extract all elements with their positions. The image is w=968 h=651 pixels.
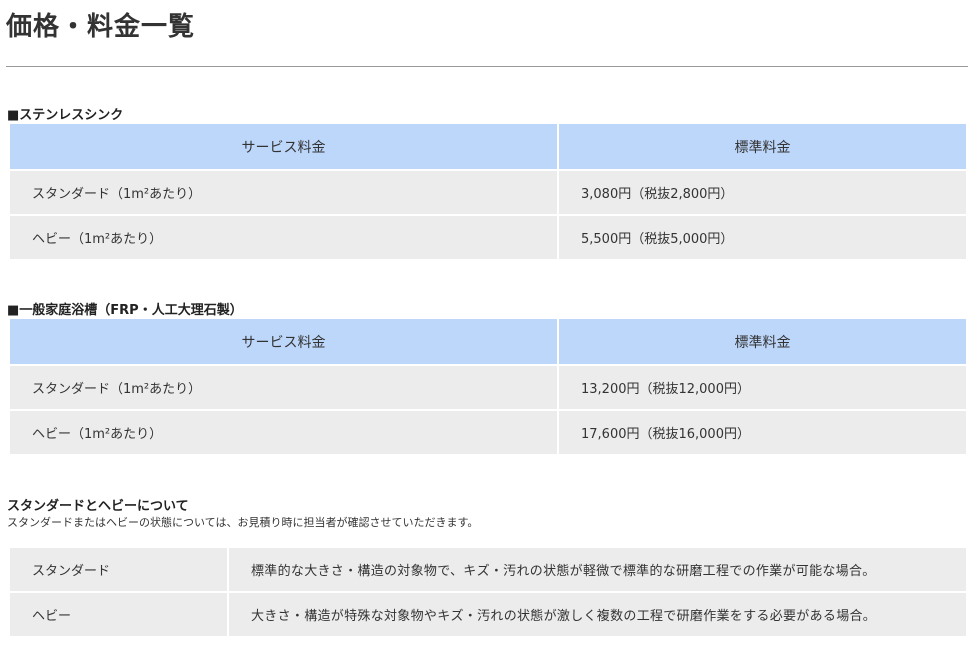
description-cell: 大きさ・構造が特殊な対象物やキズ・汚れの状態が激しく複数の工程で研磨作業をする必… xyxy=(229,593,966,636)
price-cell: 17,600円（税抜16,000円） xyxy=(559,411,966,454)
section-heading-stainless-sink: ■ステンレスシンク xyxy=(7,108,124,123)
header-standard-fee: 標準料金 xyxy=(559,319,966,364)
price-table-bathtub: サービス料金 標準料金 スタンダード（1m²あたり） 13,200円（税抜12,… xyxy=(8,317,968,456)
service-cell: スタンダード（1m²あたり） xyxy=(10,171,557,214)
title-divider xyxy=(6,66,968,67)
table-row: ヘビー（1m²あたり） 5,500円（税抜5,000円） xyxy=(10,216,966,259)
definition-table: スタンダード 標準的な大きさ・構造の対象物で、キズ・汚れの状態が軽微で標準的な研… xyxy=(8,546,968,638)
term-cell: スタンダード xyxy=(10,548,227,591)
table-row: ヘビー 大きさ・構造が特殊な対象物やキズ・汚れの状態が激しく複数の工程で研磨作業… xyxy=(10,593,966,636)
table-row: スタンダード 標準的な大きさ・構造の対象物で、キズ・汚れの状態が軽微で標準的な研… xyxy=(10,548,966,591)
table-header-row: サービス料金 標準料金 xyxy=(10,319,966,364)
table-row: スタンダード（1m²あたり） 3,080円（税抜2,800円） xyxy=(10,171,966,214)
service-cell: スタンダード（1m²あたり） xyxy=(10,366,557,409)
description-cell: 標準的な大きさ・構造の対象物で、キズ・汚れの状態が軽微で標準的な研磨工程での作業… xyxy=(229,548,966,591)
service-cell: ヘビー（1m²あたり） xyxy=(10,216,557,259)
header-standard-fee: 標準料金 xyxy=(559,124,966,169)
price-cell: 5,500円（税抜5,000円） xyxy=(559,216,966,259)
table-row: スタンダード（1m²あたり） 13,200円（税抜12,000円） xyxy=(10,366,966,409)
price-table-stainless-sink: サービス料金 標準料金 スタンダード（1m²あたり） 3,080円（税抜2,80… xyxy=(8,122,968,261)
header-service-fee: サービス料金 xyxy=(10,124,557,169)
section-heading-bathtub: ■一般家庭浴槽（FRP・人工大理石製） xyxy=(7,303,243,318)
header-service-fee: サービス料金 xyxy=(10,319,557,364)
service-cell: ヘビー（1m²あたり） xyxy=(10,411,557,454)
price-cell: 3,080円（税抜2,800円） xyxy=(559,171,966,214)
table-header-row: サービス料金 標準料金 xyxy=(10,124,966,169)
page-title: 価格・料金一覧 xyxy=(6,12,196,42)
note-text: スタンダードまたはヘビーの状態については、お見積り時に担当者が確認させていただき… xyxy=(7,516,479,529)
price-cell: 13,200円（税抜12,000円） xyxy=(559,366,966,409)
term-cell: ヘビー xyxy=(10,593,227,636)
note-heading: スタンダードとヘビーについて xyxy=(7,499,189,514)
price-list-page: 価格・料金一覧 ■ステンレスシンク サービス料金 標準料金 スタンダード（1m²… xyxy=(0,0,968,651)
table-row: ヘビー（1m²あたり） 17,600円（税抜16,000円） xyxy=(10,411,966,454)
